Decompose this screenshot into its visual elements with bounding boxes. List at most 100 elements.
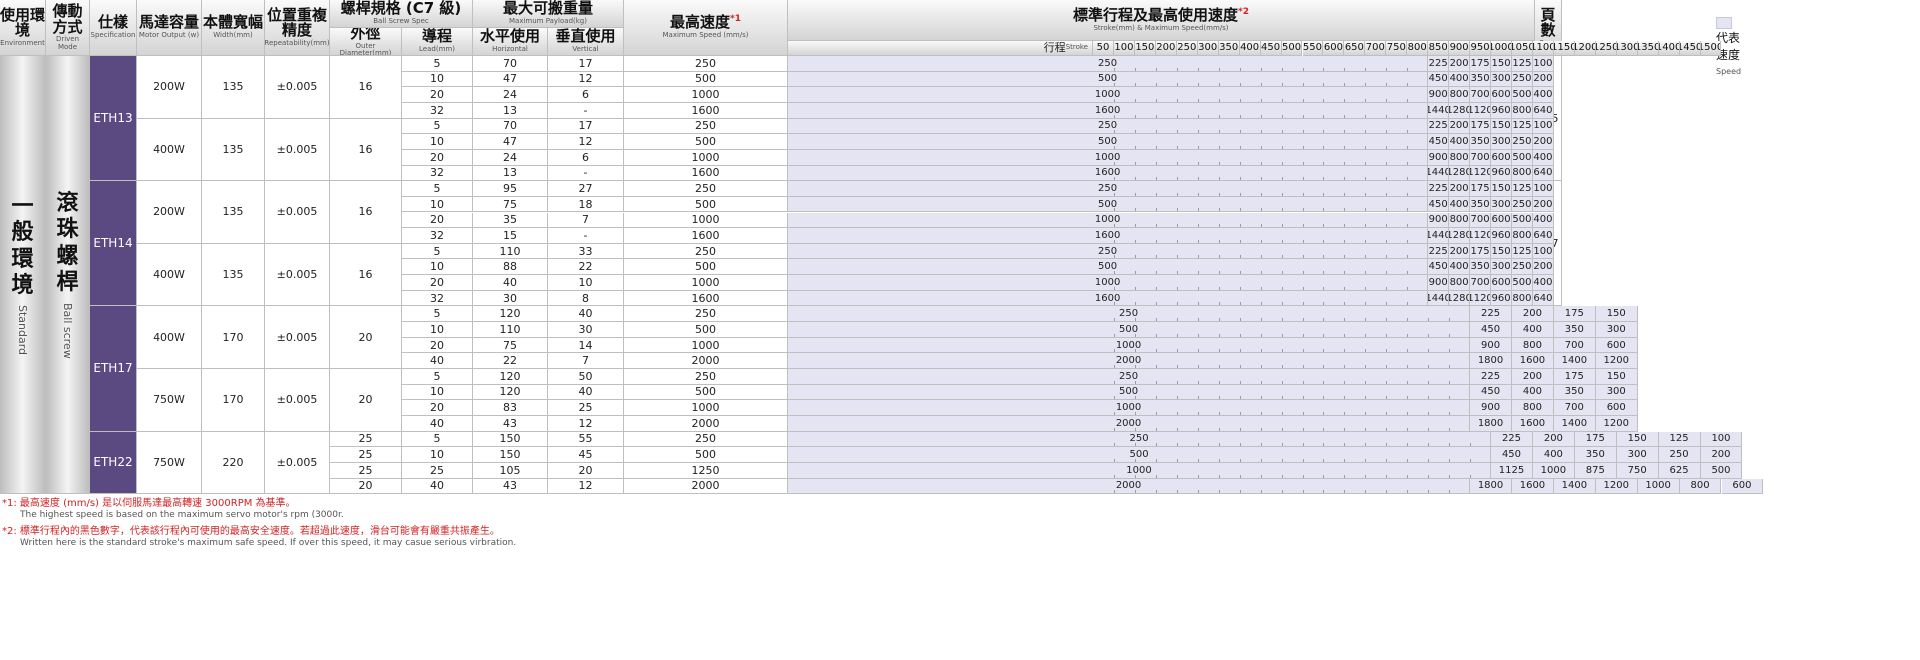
step-speed: 400 bbox=[1532, 447, 1575, 463]
stroke-tick bbox=[1197, 177, 1199, 181]
vertical-cell: - bbox=[548, 102, 624, 119]
stroke-tick bbox=[1449, 333, 1451, 337]
stroke-tick bbox=[1197, 490, 1199, 494]
lead-cell: 32 bbox=[402, 165, 473, 182]
stroke-col-150: 150 bbox=[1134, 41, 1156, 56]
stroke-tick bbox=[1302, 224, 1304, 228]
horizontal-cell: 150 bbox=[473, 447, 548, 463]
stroke-col-1000: 1000 bbox=[1491, 41, 1512, 56]
stroke-tick bbox=[1407, 67, 1409, 71]
stroke-tick bbox=[1407, 349, 1409, 353]
vertical-cell: 17 bbox=[548, 118, 624, 135]
vertical-cell: 6 bbox=[548, 149, 624, 166]
stroke-col-600: 600 bbox=[1323, 41, 1345, 56]
lead-cell: 20 bbox=[402, 149, 473, 166]
stroke-col-1300: 1300 bbox=[1616, 41, 1638, 56]
stroke-tick bbox=[1365, 83, 1367, 87]
stroke-tick bbox=[1176, 145, 1178, 149]
stroke-tick bbox=[1260, 98, 1262, 102]
motor-cell: 400W bbox=[137, 118, 202, 182]
lead-cell: 32 bbox=[402, 102, 473, 119]
lead-cell: 20 bbox=[402, 337, 473, 354]
stroke-tick bbox=[1323, 224, 1325, 228]
stroke-tick bbox=[1323, 67, 1325, 71]
lead-cell: 20 bbox=[402, 87, 473, 103]
stroke-tick bbox=[1281, 177, 1283, 181]
stroke-tick bbox=[1113, 364, 1115, 368]
stroke-tick bbox=[1344, 177, 1346, 181]
stroke-tick bbox=[1386, 224, 1388, 228]
speed-cell: 2000 bbox=[624, 415, 788, 432]
step-speed: 900 bbox=[1470, 337, 1512, 354]
step-speed: 125 bbox=[1512, 56, 1533, 72]
step-speed: 1440 bbox=[1428, 102, 1450, 119]
width-cell: 135 bbox=[202, 56, 265, 119]
step-speed: 150 bbox=[1616, 431, 1659, 448]
stroke-tick bbox=[1449, 364, 1451, 368]
speed-cell: 500 bbox=[624, 134, 788, 150]
header-repeat-en: Repeatability(mm) bbox=[265, 39, 330, 48]
stroke-col-300: 300 bbox=[1197, 41, 1219, 56]
stroke-tick bbox=[1344, 474, 1346, 478]
stroke-tick bbox=[1197, 286, 1199, 290]
stroke-tick bbox=[1344, 83, 1346, 87]
speed-cell: 500 bbox=[624, 71, 788, 88]
stroke-tick bbox=[1134, 333, 1136, 337]
stroke-tick bbox=[1239, 192, 1241, 196]
stroke-tick bbox=[1197, 192, 1199, 196]
stroke-tick bbox=[1197, 302, 1199, 306]
stroke-tick bbox=[1218, 396, 1220, 400]
stroke-col-500: 500 bbox=[1281, 41, 1303, 56]
header-vertical-zh: 垂直使用 bbox=[555, 28, 616, 46]
step-speed: 225 bbox=[1428, 243, 1450, 260]
vertical-cell: 7 bbox=[548, 353, 624, 369]
step-speed: 175 bbox=[1553, 306, 1596, 323]
step-speed: 1200 bbox=[1595, 478, 1638, 495]
lead-cell: 5 bbox=[402, 181, 473, 197]
width-cell: 170 bbox=[202, 306, 265, 369]
stroke-tick bbox=[1218, 161, 1220, 165]
stroke-tick bbox=[1218, 474, 1220, 478]
stroke-tick bbox=[1302, 427, 1304, 431]
step-speed: 875 bbox=[1574, 462, 1617, 479]
stroke-tick bbox=[1113, 67, 1115, 71]
stroke-tick bbox=[1218, 333, 1220, 337]
stroke-tick bbox=[1197, 364, 1199, 368]
stroke-tick bbox=[1302, 208, 1304, 212]
stroke-tick bbox=[1239, 286, 1241, 290]
header-horizontal-en: Horizontal bbox=[492, 45, 528, 54]
stroke-tick bbox=[1470, 474, 1472, 478]
horizontal-cell: 13 bbox=[473, 102, 548, 119]
stroke-tick bbox=[1239, 318, 1241, 322]
stroke-bar: 250 bbox=[788, 56, 1429, 72]
header-speed-en: Maximum Speed (mm/s) bbox=[662, 31, 749, 40]
stroke-tick bbox=[1218, 67, 1220, 71]
stroke-tick bbox=[1386, 349, 1388, 353]
step-speed: 640 bbox=[1532, 102, 1554, 119]
stroke-bar: 250 bbox=[788, 431, 1492, 448]
stroke-tick bbox=[1260, 333, 1262, 337]
stroke-bar: 500 bbox=[788, 259, 1429, 276]
stroke-tick bbox=[1155, 224, 1157, 228]
stroke-col-950: 950 bbox=[1470, 41, 1492, 56]
stroke-col-550: 550 bbox=[1302, 41, 1324, 56]
stroke-tick bbox=[1134, 286, 1136, 290]
stroke-tick bbox=[1281, 458, 1283, 462]
horizontal-cell: 30 bbox=[473, 290, 548, 307]
lead-cell: 10 bbox=[402, 384, 473, 401]
stroke-tick bbox=[1113, 396, 1115, 400]
step-speed: 350 bbox=[1553, 384, 1596, 401]
stroke-tick bbox=[1323, 177, 1325, 181]
stroke-tick bbox=[1344, 318, 1346, 322]
header-stroke-title-zh: 標準行程及最高使用速度*2 bbox=[1073, 5, 1249, 24]
stroke-tick bbox=[1302, 192, 1304, 196]
stroke-bar: 2000 bbox=[788, 478, 1471, 495]
step-speed: 960 bbox=[1491, 102, 1512, 119]
step-speed: 700 bbox=[1553, 337, 1596, 354]
stroke-tick bbox=[1281, 161, 1283, 165]
horizontal-cell: 13 bbox=[473, 165, 548, 182]
stroke-tick bbox=[1113, 83, 1115, 87]
stroke-tick bbox=[1281, 224, 1283, 228]
step-speed: 200 bbox=[1512, 369, 1554, 385]
stroke-bar: 1000 bbox=[788, 275, 1429, 291]
